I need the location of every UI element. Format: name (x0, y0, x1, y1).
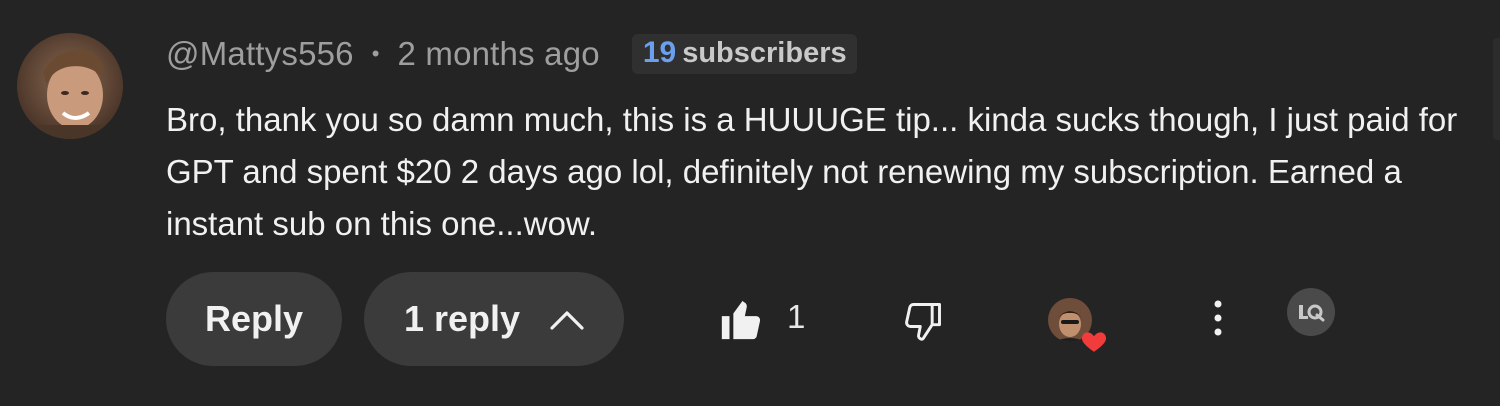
reply-button-label: Reply (204, 298, 304, 339)
author-handle[interactable]: @Mattys556 (166, 35, 354, 73)
subscriber-count: 19 (642, 36, 677, 69)
more-actions-button[interactable] (1200, 296, 1236, 340)
comment-body: Bro, thank you so damn much, this is a H… (166, 94, 1496, 250)
comment-timestamp[interactable]: 2 months ago (397, 35, 599, 73)
replies-count-label: 1 reply (403, 298, 521, 339)
subscriber-label: subscribers (682, 37, 847, 69)
toggle-replies-button[interactable]: 1 reply (364, 272, 624, 366)
comment-header: @Mattys556 • 2 months ago 19 subscribers (166, 31, 857, 77)
subscriber-badge: 19 subscribers (631, 34, 857, 74)
like-button[interactable] (716, 296, 766, 344)
thumbs-down-outline-icon (905, 303, 941, 341)
comment-text-line: Bro, thank you so damn much, this is a H… (166, 101, 1458, 138)
extension-logo-icon (1299, 304, 1325, 322)
author-avatar-image (17, 33, 123, 139)
author-avatar[interactable] (17, 33, 123, 139)
more-vertical-icon (1214, 300, 1222, 336)
extension-button[interactable] (1287, 288, 1335, 336)
reply-button[interactable]: Reply (166, 272, 342, 366)
scrollbar-thumb[interactable] (1493, 38, 1500, 140)
comment-text-line: instant sub on this one...wow. (166, 205, 598, 242)
thumbs-up-filled-icon (721, 300, 761, 340)
comment-text-line: GPT and spent $20 2 days ago lol, defini… (166, 153, 1402, 190)
meta-separator: • (371, 41, 380, 66)
heart-icon (1081, 332, 1107, 352)
chevron-up-icon (550, 311, 584, 330)
comment-thread: @Mattys556 • 2 months ago 19 subscribers… (0, 0, 1500, 406)
creator-heart-badge (1046, 296, 1108, 354)
like-count: 1 (787, 298, 806, 335)
dislike-button[interactable] (900, 298, 946, 344)
